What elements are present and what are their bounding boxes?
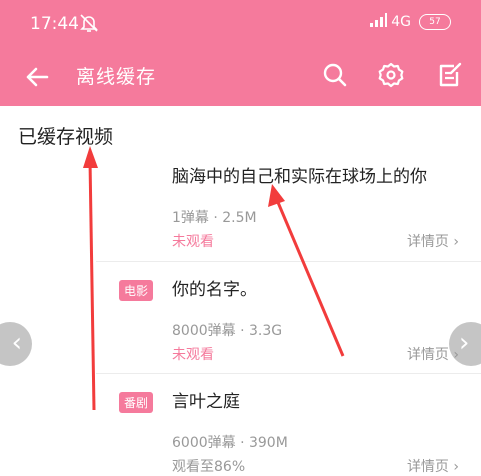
category-tag: 番剧 — [119, 392, 154, 413]
video-title: 脑海中的自己和实际在球场上的你 — [172, 167, 427, 187]
status-bar: 17:44 4G 57 — [0, 0, 481, 48]
edit-icon[interactable] — [432, 58, 466, 92]
signal-icon — [369, 13, 388, 31]
watch-progress: 观看至86% — [172, 459, 246, 475]
status-time: 17:44 — [30, 14, 79, 34]
back-arrow-icon[interactable] — [20, 60, 54, 94]
app-bar: 离线缓存 — [0, 48, 481, 106]
watch-status: 未观看 — [172, 234, 214, 250]
video-item[interactable]: 电影 你的名字。 8000弹幕 · 3.3G 未观看 详情页 › — [0, 262, 481, 374]
details-link[interactable]: 详情页 › — [407, 231, 459, 251]
settings-gear-icon[interactable] — [374, 58, 408, 92]
video-title: 言叶之庭 — [172, 392, 240, 412]
battery-icon: 57 — [419, 14, 451, 30]
page-title: 离线缓存 — [76, 66, 157, 88]
section-title: 已缓存视频 — [18, 126, 114, 148]
status-indicators: 4G 57 — [369, 13, 451, 31]
video-item[interactable]: 番剧 言叶之庭 6000弹幕 · 390M 观看至86% 详情页 › — [0, 374, 481, 475]
details-link[interactable]: 详情页 › — [407, 456, 459, 476]
video-title: 你的名字。 — [172, 280, 257, 300]
video-item[interactable]: 脑海中的自己和实际在球场上的你 1弹幕 · 2.5M 未观看 详情页 › — [0, 150, 481, 262]
category-tag: 电影 — [119, 280, 154, 301]
video-meta: 1弹幕 · 2.5M — [172, 210, 257, 226]
video-meta: 6000弹幕 · 390M — [172, 435, 288, 451]
mute-bell-icon — [80, 13, 98, 37]
video-meta: 8000弹幕 · 3.3G — [172, 323, 283, 339]
search-icon[interactable] — [318, 58, 352, 92]
watch-status: 未观看 — [172, 347, 214, 363]
network-type: 4G — [391, 14, 411, 30]
